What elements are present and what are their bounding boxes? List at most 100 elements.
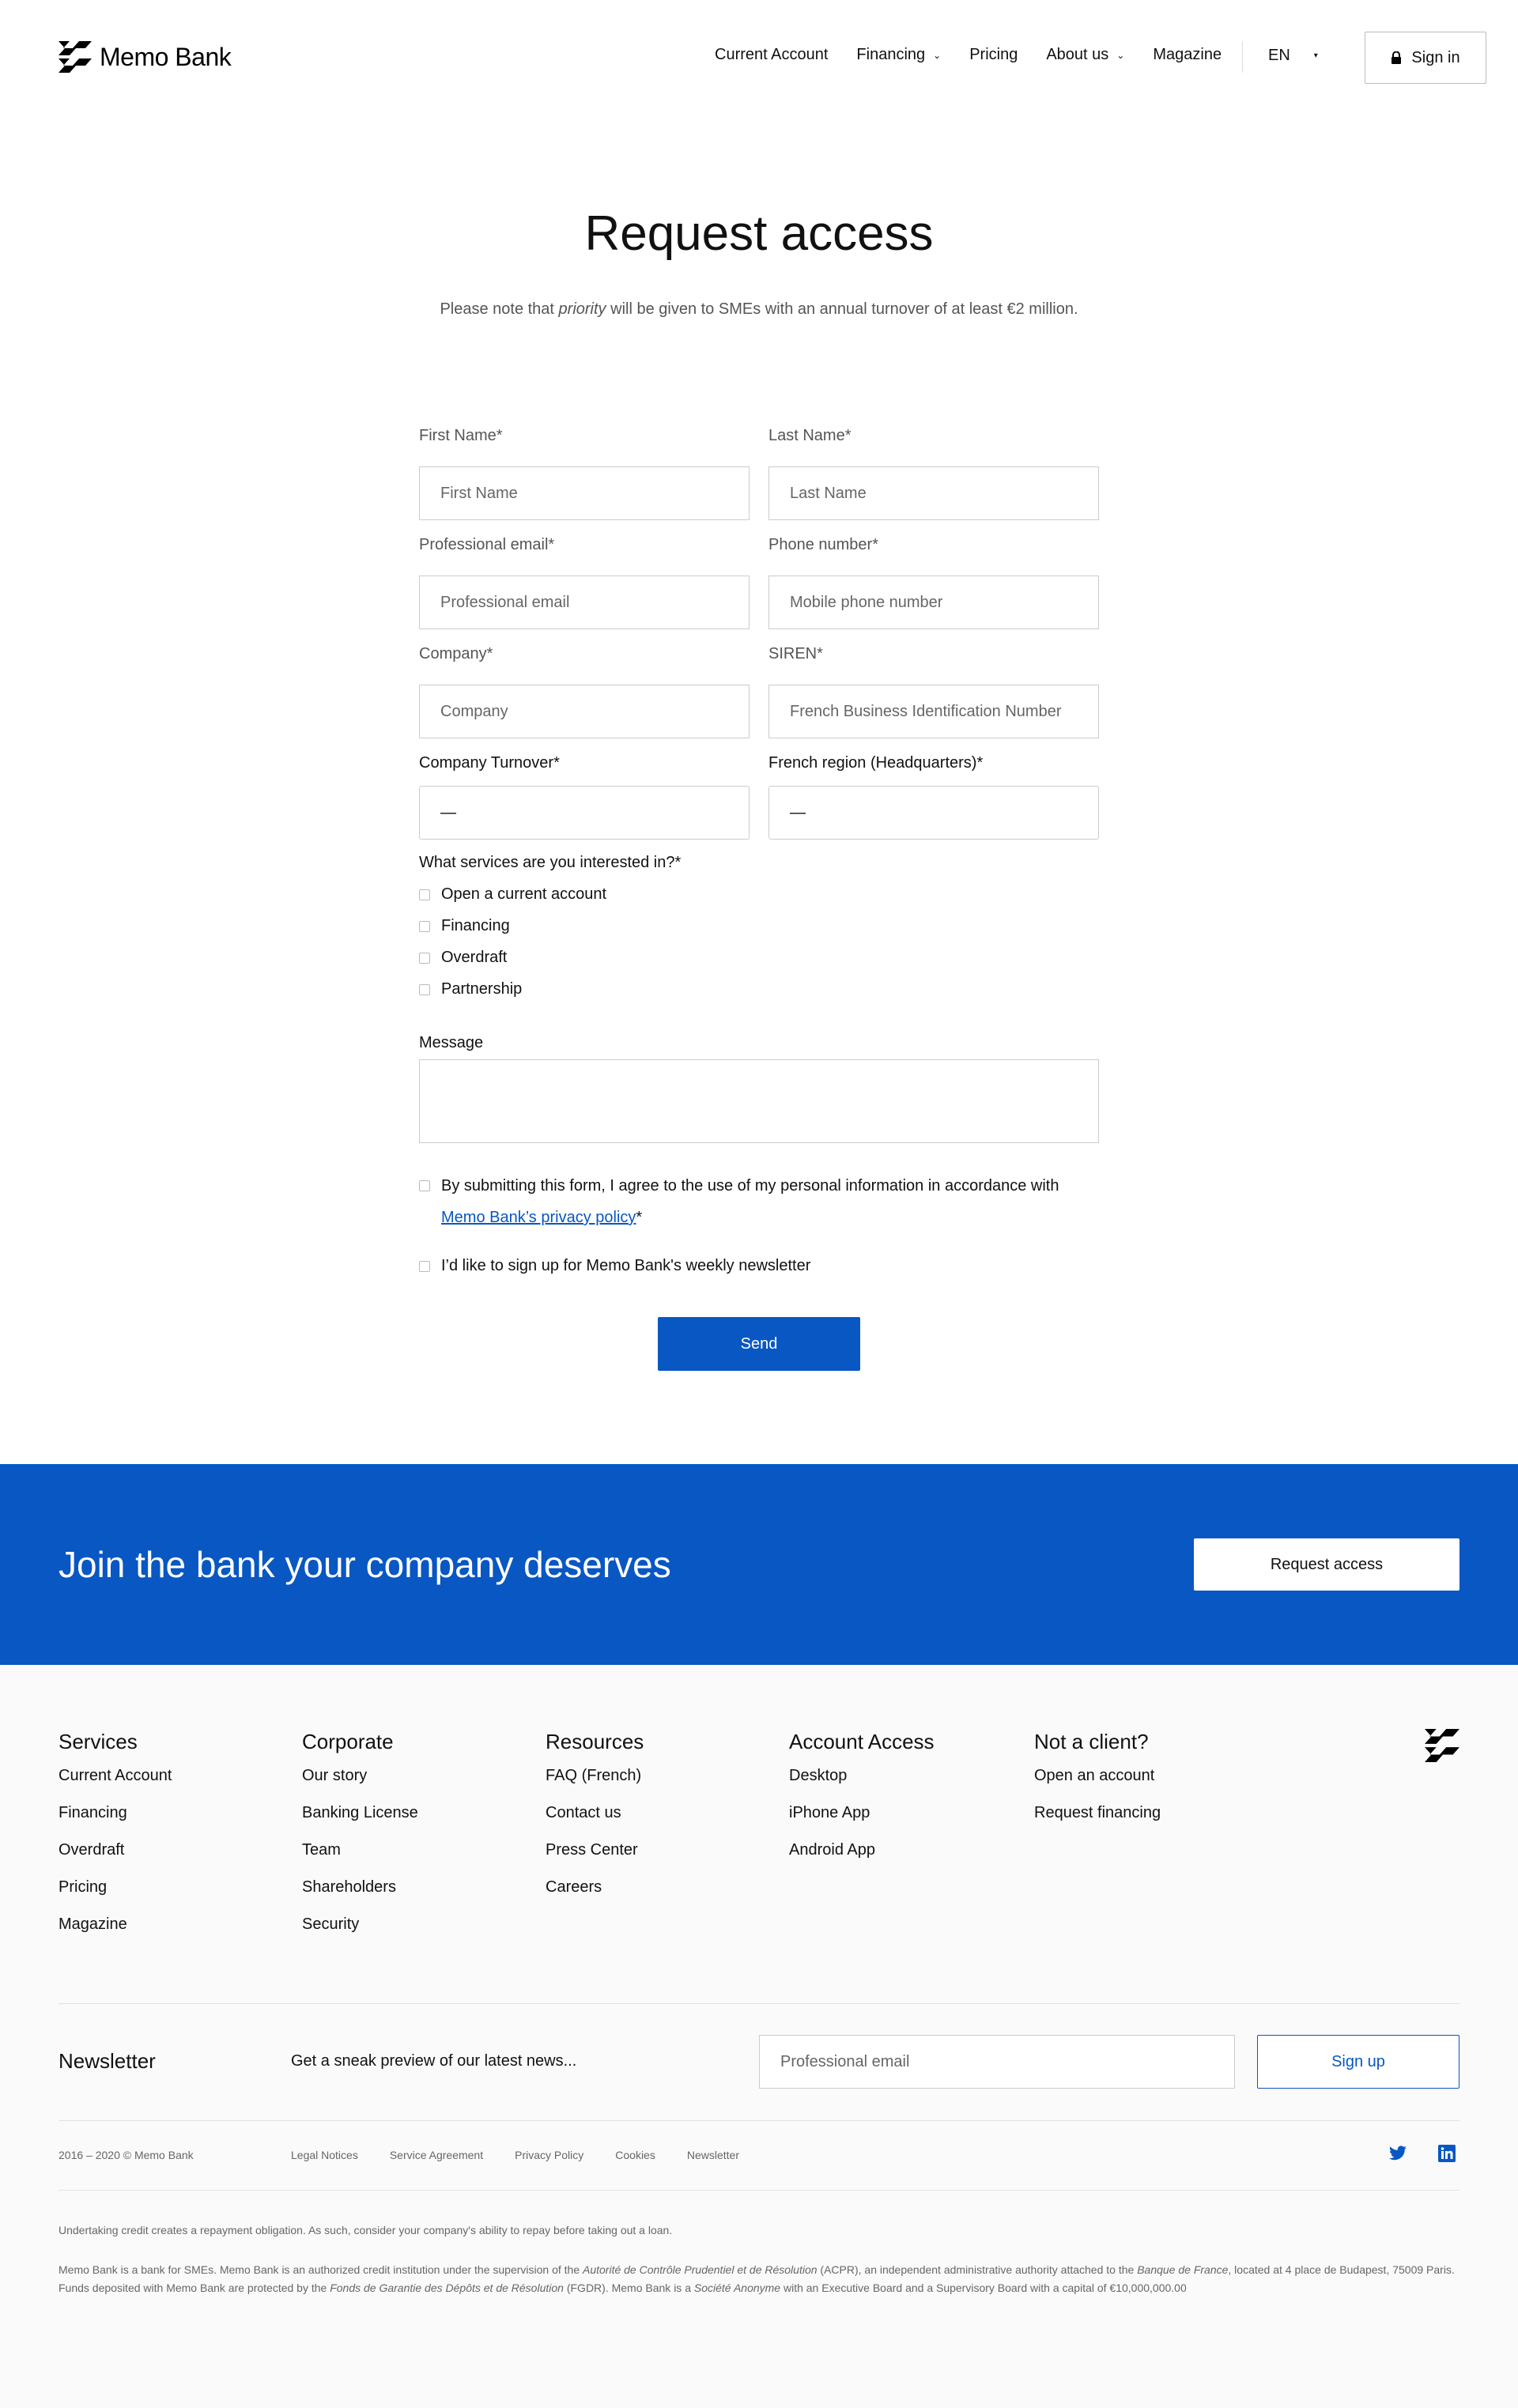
checkbox[interactable]	[419, 1180, 430, 1191]
footer-link[interactable]: Current Account	[59, 1767, 172, 1804]
footer-link[interactable]: Request financing	[1034, 1804, 1161, 1841]
cta-banner: Join the bank your company deserves Requ…	[0, 1464, 1518, 1665]
footer-column-account-access: Account Access Desktop iPhone App Androi…	[789, 1730, 935, 1878]
nav-about-us[interactable]: About us ⌄	[1046, 46, 1124, 64]
legal-disclaimer: Memo Bank is a bank for SMEs. Memo Bank …	[59, 2261, 1459, 2297]
service-checkbox-financing[interactable]: Financing	[419, 917, 510, 935]
newsletter-text: Get a sneak preview of our latest news..…	[291, 2052, 577, 2070]
turnover-label: Company Turnover*	[419, 754, 560, 772]
nav-current-account[interactable]: Current Account	[715, 46, 828, 64]
nav-label: Magazine	[1153, 46, 1222, 63]
footer-link[interactable]: Press Center	[546, 1841, 644, 1878]
page-title: Request access	[584, 206, 934, 261]
footer-link[interactable]: iPhone App	[789, 1804, 935, 1841]
memo-bank-logo[interactable]: Memo Bank	[59, 41, 232, 73]
checkbox[interactable]	[419, 1260, 430, 1272]
message-label: Message	[419, 1034, 484, 1051]
footer-logo[interactable]	[1425, 1728, 1459, 1767]
send-button[interactable]: Send	[658, 1317, 860, 1371]
footer-column-title: Corporate	[302, 1730, 394, 1753]
checkbox[interactable]	[419, 983, 430, 995]
legal-link[interactable]: Legal Notices	[291, 2149, 358, 2161]
subtitle-emphasis: priority	[558, 300, 606, 318]
footer-link[interactable]: Shareholders	[302, 1878, 418, 1915]
checkbox-label: Overdraft	[441, 949, 508, 966]
nav-label: Current Account	[715, 46, 829, 63]
footer-link[interactable]: Careers	[546, 1878, 644, 1915]
footer-column-title: Not a client?	[1034, 1730, 1149, 1753]
footer-link[interactable]: Team	[302, 1841, 418, 1878]
footer-link[interactable]: Open an account	[1034, 1767, 1161, 1804]
sign-in-label: Sign in	[1411, 48, 1460, 66]
legal-link[interactable]: Newsletter	[687, 2149, 739, 2161]
checkbox[interactable]	[419, 952, 430, 964]
linkedin-icon[interactable]	[1437, 2144, 1456, 2167]
message-textarea[interactable]	[419, 1059, 1099, 1143]
footer-divider	[59, 2190, 1459, 2191]
footer-column-title: Account Access	[789, 1730, 935, 1753]
checkbox[interactable]	[419, 889, 430, 900]
footer-link[interactable]: Overdraft	[59, 1841, 172, 1878]
nav-label: Financing	[856, 46, 926, 63]
legal-link[interactable]: Cookies	[615, 2149, 655, 2161]
memo-bank-logo-icon	[1425, 1729, 1459, 1762]
footer-link[interactable]: Magazine	[59, 1915, 172, 1953]
request-access-button[interactable]: Request access	[1194, 1538, 1459, 1591]
memo-bank-logo-icon	[59, 41, 92, 73]
banner-title: Join the bank your company deserves	[59, 1544, 671, 1585]
newsletter-sign-up-button[interactable]: Sign up	[1257, 2035, 1459, 2089]
logo-text: Memo Bank	[100, 42, 232, 71]
nav-label: Pricing	[969, 46, 1018, 63]
footer-link[interactable]: FAQ (French)	[546, 1767, 644, 1804]
email-input[interactable]: Professional email	[419, 576, 750, 629]
checkbox-label: Partnership	[441, 980, 523, 998]
footer-link[interactable]: Contact us	[546, 1804, 644, 1841]
required-marker: *	[636, 1209, 643, 1226]
disclaimer-emphasis: Société Anonyme	[693, 2282, 781, 2294]
service-checkbox-partnership[interactable]: Partnership	[419, 980, 522, 998]
footer-link[interactable]: Pricing	[59, 1878, 172, 1915]
nav-magazine[interactable]: Magazine	[1153, 46, 1222, 64]
disclaimer-text: (ACPR), an independent administrative au…	[817, 2263, 1138, 2276]
checkbox[interactable]	[419, 920, 430, 932]
newsletter-title: Newsletter	[59, 2049, 156, 2073]
footer-link[interactable]: Security	[302, 1915, 418, 1953]
subtitle-text: will be given to SMEs with an annual tur…	[606, 300, 1078, 318]
nav-pricing[interactable]: Pricing	[969, 46, 1018, 64]
last-name-label: Last Name*	[768, 427, 852, 444]
privacy-consent[interactable]: By submitting this form, I agree to the …	[419, 1170, 1099, 1233]
first-name-input[interactable]: First Name	[419, 466, 750, 520]
service-checkbox-overdraft[interactable]: Overdraft	[419, 949, 507, 967]
siren-label: SIREN*	[768, 645, 823, 662]
service-checkbox-current-account[interactable]: Open a current account	[419, 885, 606, 904]
footer-link[interactable]: Financing	[59, 1804, 172, 1841]
disclaimer-emphasis: Fonds de Garantie des Dépôts et de Résol…	[330, 2282, 564, 2294]
nav-financing[interactable]: Financing ⌄	[856, 46, 941, 64]
sign-in-button[interactable]: Sign in	[1365, 32, 1486, 84]
footer-link[interactable]: Android App	[789, 1841, 935, 1878]
footer-link[interactable]: Our story	[302, 1767, 418, 1804]
first-name-label: First Name*	[419, 427, 503, 444]
legal-link[interactable]: Privacy Policy	[515, 2149, 583, 2161]
footer-divider	[59, 2120, 1459, 2121]
newsletter-email-input[interactable]: Professional email	[759, 2035, 1235, 2089]
phone-input[interactable]: Mobile phone number	[768, 576, 1099, 629]
footer-column-not-a-client: Not a client? Open an account Request fi…	[1034, 1730, 1161, 1841]
footer-divider	[59, 2003, 1459, 2004]
company-input[interactable]: Company	[419, 685, 750, 738]
language-select[interactable]: EN ▾	[1268, 47, 1318, 65]
privacy-policy-link[interactable]: Memo Bank’s privacy policy	[441, 1209, 636, 1226]
footer-link[interactable]: Banking License	[302, 1804, 418, 1841]
site-header: Memo Bank Current Account Financing ⌄ Pri…	[0, 0, 1518, 115]
region-select[interactable]: —	[768, 786, 1099, 840]
legal-link[interactable]: Service Agreement	[390, 2149, 483, 2161]
last-name-input[interactable]: Last Name	[768, 466, 1099, 520]
company-label: Company*	[419, 645, 493, 662]
siren-input[interactable]: French Business Identification Number	[768, 685, 1099, 738]
footer-column-title: Services	[59, 1730, 138, 1753]
twitter-icon[interactable]	[1388, 2144, 1407, 2167]
footer-link[interactable]: Desktop	[789, 1767, 935, 1804]
newsletter-checkbox[interactable]: I’d like to sign up for Memo Bank's week…	[419, 1257, 810, 1275]
turnover-select[interactable]: —	[419, 786, 750, 840]
chevron-down-icon: ⌄	[1116, 49, 1125, 61]
